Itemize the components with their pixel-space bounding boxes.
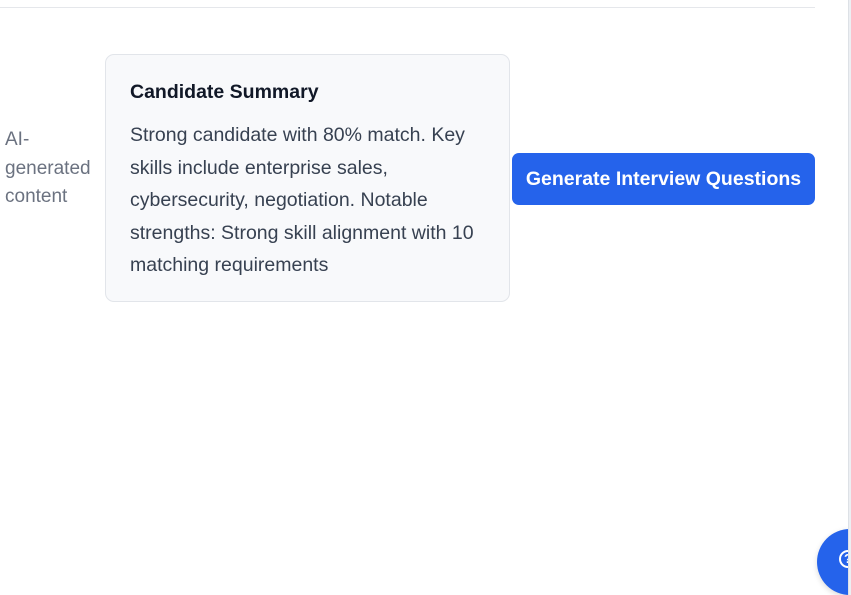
summary-body: Strong candidate with 80% match. Key ski…	[130, 124, 474, 276]
summary-title: Candidate Summary	[130, 81, 319, 103]
candidate-summary-card: Candidate Summary Strong candidate with …	[105, 54, 510, 302]
ai-generated-label: AI-generated content	[5, 129, 91, 207]
help-button[interactable]: ?	[817, 529, 851, 595]
section-divider	[0, 7, 815, 8]
generate-interview-questions-button[interactable]: Generate Interview Questions	[512, 153, 815, 205]
page: AI-generated content Candidate Summary S…	[0, 0, 851, 595]
